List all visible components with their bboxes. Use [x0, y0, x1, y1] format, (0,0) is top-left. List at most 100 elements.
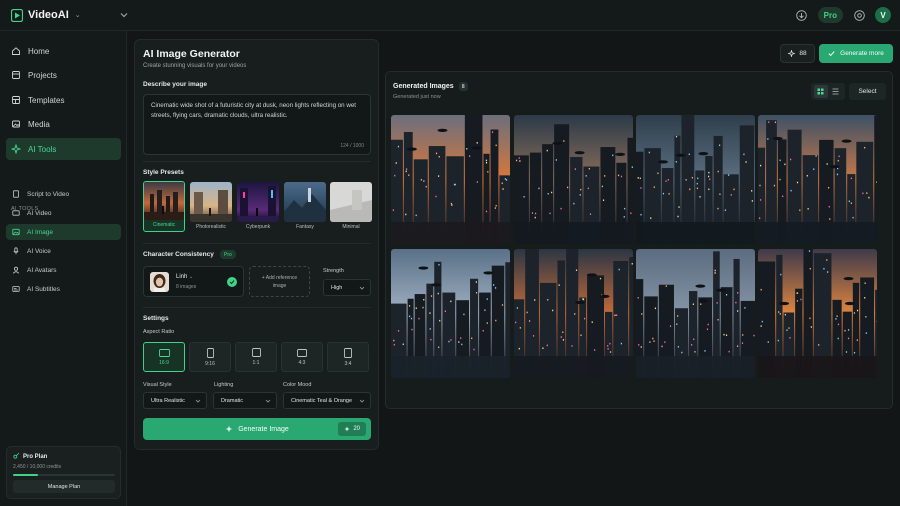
grid-view-icon[interactable]: [813, 85, 828, 98]
tool-item-ai-image[interactable]: AI Image: [6, 224, 121, 240]
generated-image[interactable]: [391, 115, 510, 244]
preset-label: Cyberpunk: [245, 224, 271, 230]
user-avatar[interactable]: V: [875, 7, 891, 23]
sidebar: Home Projects Templates Media AI Tools A…: [0, 31, 127, 506]
sidebar-item-home[interactable]: Home: [6, 40, 121, 62]
preset-fantasy[interactable]: Fantasy: [284, 182, 326, 231]
credits-progress-fill: [13, 474, 38, 476]
list-view-icon[interactable]: [829, 85, 843, 98]
workspace-chevron-icon[interactable]: [120, 11, 128, 19]
pro-badge[interactable]: Pro: [817, 7, 843, 23]
results-subtitle: Generated just now: [393, 94, 441, 100]
character-consistency-label: Character Consistency: [143, 251, 214, 258]
landscape-icon: [297, 348, 307, 357]
key-icon: [13, 452, 20, 461]
preset-label: Fantasy: [296, 224, 314, 230]
strength-label: Strength: [323, 268, 344, 274]
generated-image[interactable]: [514, 115, 633, 244]
sidebar-item-templates[interactable]: Templates: [6, 89, 121, 111]
app-logo[interactable]: VideoAI ⌄: [11, 8, 81, 22]
style-presets-label: Style Presets: [143, 169, 184, 176]
preset-thumbnail: [190, 182, 232, 222]
chevron-down-icon: [265, 399, 271, 403]
sidebar-item-media[interactable]: Media: [6, 113, 121, 135]
generated-image[interactable]: [391, 249, 510, 378]
visual-style-select[interactable]: Ultra Realistic: [143, 392, 207, 409]
character-card[interactable]: Linh ⌄ 8 images: [143, 266, 244, 297]
divider: [143, 243, 371, 244]
sidebar-item-ai-tools[interactable]: AI Tools: [6, 138, 121, 160]
aspect-9-16[interactable]: 9:16: [189, 342, 231, 372]
tool-item-label: AI Subtitles: [27, 285, 60, 293]
document-icon: [11, 189, 21, 199]
generated-image[interactable]: [636, 115, 755, 244]
tool-item-ai-video[interactable]: AI Video: [6, 205, 121, 221]
select-button[interactable]: Select: [849, 83, 886, 100]
play-logo-icon: [11, 8, 23, 22]
preset-thumbnail: [237, 182, 279, 222]
aspect-3-4[interactable]: 3:4: [327, 342, 369, 372]
preset-minimal[interactable]: Minimal: [330, 182, 372, 231]
prompt-textarea[interactable]: Cinematic wide shot of a futuristic city…: [143, 94, 371, 155]
tool-item-label: AI Image: [27, 228, 54, 236]
sidebar-item-label: Media: [28, 119, 50, 129]
aspect-label: 1:1: [252, 360, 260, 366]
portrait-icon: [344, 347, 352, 358]
sidebar-item-projects[interactable]: Projects: [6, 64, 121, 86]
preset-photorealistic[interactable]: Photorealistic: [190, 182, 232, 231]
preset-cyberpunk[interactable]: Cyberpunk: [237, 182, 279, 231]
generated-image[interactable]: [758, 249, 877, 378]
generate-more-button[interactable]: Generate more: [819, 44, 893, 63]
chevron-down-icon: ⌄: [74, 12, 81, 19]
sidebar-item-label: Templates: [28, 95, 65, 105]
chevron-down-icon: [359, 286, 365, 290]
aspect-ratio-label: Aspect Ratio: [143, 329, 175, 335]
generate-image-button[interactable]: Generate Image 20: [143, 418, 371, 440]
credits-button[interactable]: 88: [780, 44, 815, 63]
divider: [143, 161, 371, 162]
tool-item-script-to-video[interactable]: Script to Video: [6, 186, 121, 202]
visual-style-value: Ultra Realistic: [151, 397, 185, 404]
character-name: Linh ⌄: [176, 274, 194, 280]
aspect-label: 3:4: [344, 360, 352, 367]
download-icon[interactable]: [795, 8, 809, 22]
manage-plan-button[interactable]: Manage Plan: [13, 480, 115, 493]
lighting-value: Dramatic: [221, 397, 244, 404]
preset-label: Photorealistic: [195, 224, 226, 230]
strength-select[interactable]: High: [323, 279, 371, 296]
preset-thumbnail: [330, 182, 372, 222]
visual-style-label: Visual Style: [143, 382, 172, 388]
results-panel: Generated Images 8 Generated just now Se…: [385, 71, 893, 409]
sparkle-icon: [11, 144, 21, 154]
aspect-1-1[interactable]: 1:1: [235, 342, 277, 372]
tool-item-ai-subtitles[interactable]: AI Subtitles: [6, 281, 121, 297]
generated-image[interactable]: [636, 249, 755, 378]
plan-card: Pro Plan 2,450 / 10,000 credits Manage P…: [6, 446, 121, 499]
add-reference-image-button[interactable]: + Add reference image: [249, 266, 310, 297]
landscape-icon: [158, 348, 170, 357]
subtitles-icon: [11, 284, 21, 294]
generated-image[interactable]: [758, 115, 877, 244]
chevron-down-icon: [195, 399, 201, 403]
tool-item-label: AI Video: [27, 209, 52, 217]
sidebar-item-label: Home: [28, 46, 50, 56]
tool-item-ai-avatars[interactable]: AI Avatars: [6, 262, 121, 278]
settings-icon[interactable]: [852, 8, 866, 22]
preset-cinematic[interactable]: Cinematic: [143, 181, 185, 232]
tool-item-ai-voice[interactable]: AI Voice: [6, 243, 121, 259]
sidebar-item-label: AI Tools: [28, 144, 57, 154]
generated-image[interactable]: [514, 249, 633, 378]
home-icon: [11, 46, 21, 56]
view-toggle: [811, 83, 845, 100]
plan-title: Pro Plan: [23, 453, 48, 460]
preset-thumbnail: [284, 182, 326, 222]
media-icon: [11, 119, 21, 129]
lighting-select[interactable]: Dramatic: [213, 392, 277, 409]
aspect-4-3[interactable]: 4:3: [281, 342, 323, 372]
aspect-16-9[interactable]: 16:9: [143, 342, 185, 372]
tool-item-label: AI Voice: [27, 247, 51, 255]
microphone-icon: [11, 246, 21, 256]
divider: [143, 307, 371, 308]
color-mood-select[interactable]: Cinematic Teal & Orange: [283, 392, 371, 409]
check-icon: [828, 51, 835, 57]
